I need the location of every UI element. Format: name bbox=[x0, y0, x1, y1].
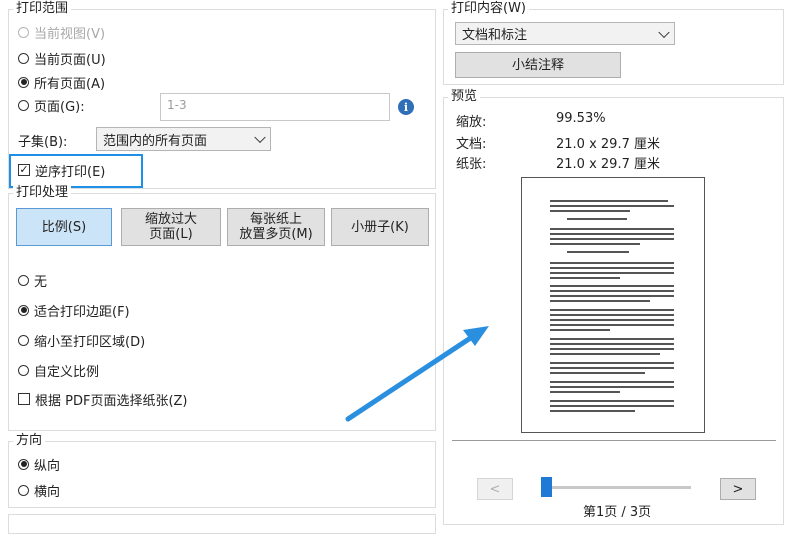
annotation-arrow bbox=[345, 326, 489, 422]
annotation-arrow-shaft bbox=[345, 334, 475, 422]
